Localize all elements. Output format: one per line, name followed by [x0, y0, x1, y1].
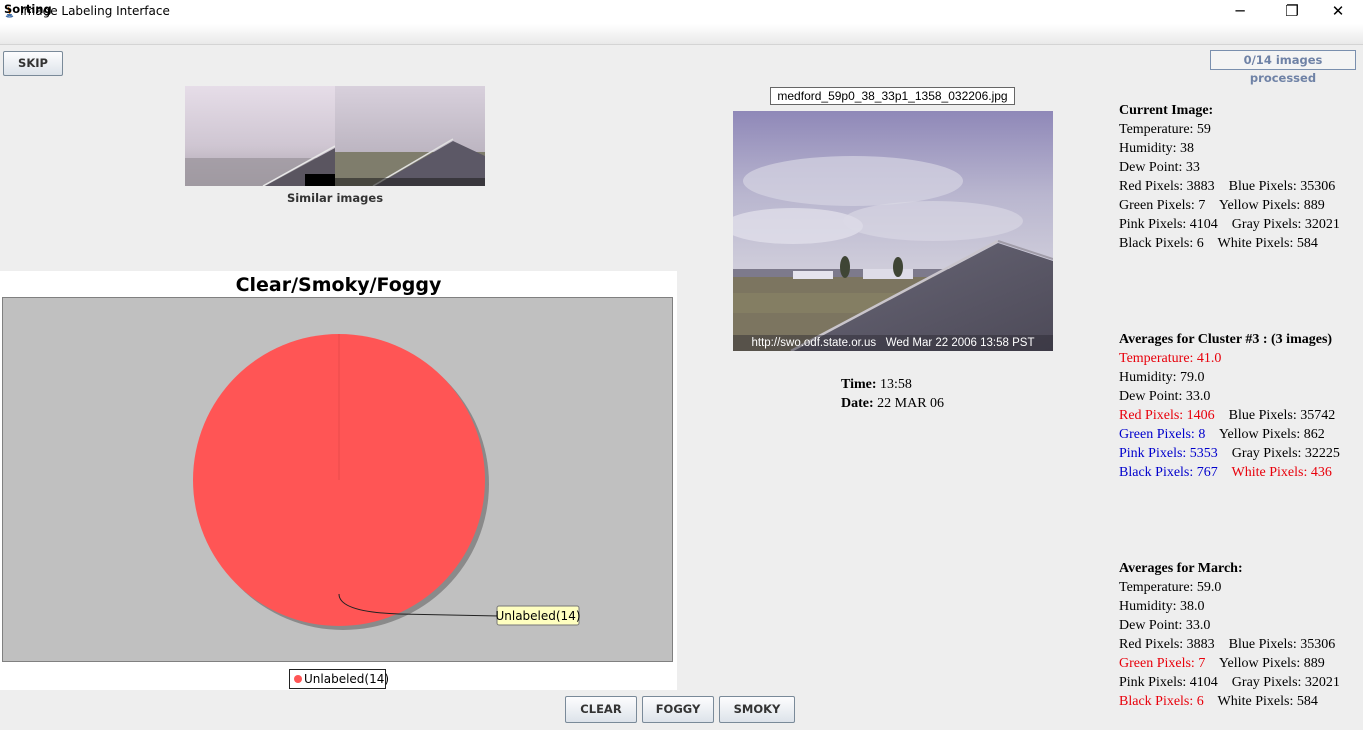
close-button[interactable]: ✕	[1315, 0, 1361, 24]
pie-chart: Unlabeled(14)	[193, 334, 581, 630]
cluster-blue-pixels: Blue Pixels: 35742	[1228, 408, 1336, 423]
pie-slice-label: Unlabeled(14)	[495, 609, 580, 623]
pie-plot-area: Unlabeled(14)	[2, 297, 673, 662]
cluster-humidity: Humidity: 79.0	[1119, 370, 1205, 385]
legend-item-label: Unlabeled(14)	[304, 672, 390, 686]
current-webcam-image	[733, 111, 1053, 351]
similar-image-2[interactable]	[335, 86, 485, 186]
march-green-pixels: Green Pixels: 7	[1119, 656, 1206, 671]
maximize-button[interactable]: ❐	[1269, 0, 1315, 24]
image-filename: medford_59p0_38_33p1_1358_032206.jpg	[770, 87, 1015, 105]
march-dew-point: Dew Point: 33.0	[1119, 618, 1211, 633]
march-temperature: Temperature: 59.0	[1119, 580, 1222, 595]
cluster-temperature: Temperature: 41.0	[1119, 351, 1222, 366]
march-black-pixels: Black Pixels: 6	[1119, 694, 1204, 709]
current-gray-pixels: Gray Pixels: 32021	[1231, 217, 1340, 232]
current-blue-pixels: Blue Pixels: 35306	[1228, 179, 1336, 194]
clear-button[interactable]: CLEAR	[565, 696, 637, 723]
march-pink-pixels: Pink Pixels: 4104	[1119, 675, 1218, 690]
time-value: 13:58	[880, 377, 912, 392]
menu-bar	[0, 24, 1363, 45]
march-averages: Averages for March: Temperature: 59.0 Humi…	[1119, 540, 1340, 730]
smoky-button[interactable]: SMOKY	[719, 696, 795, 723]
cluster-title: Averages for Cluster #3 : (3 images)	[1119, 332, 1333, 347]
legend-marker	[294, 675, 302, 683]
image-caption: http://swo.odf.state.or.us Wed Mar 22 20…	[751, 337, 1035, 349]
march-gray-pixels: Gray Pixels: 32021	[1231, 675, 1340, 690]
similar-image-1[interactable]	[185, 86, 335, 186]
skip-button[interactable]: SKIP	[3, 51, 63, 76]
cluster-pink-pixels: Pink Pixels: 5353	[1119, 446, 1218, 461]
current-pink-pixels: Pink Pixels: 4104	[1119, 217, 1218, 232]
time-label: Time:	[841, 377, 877, 392]
march-humidity: Humidity: 38.0	[1119, 599, 1205, 614]
current-dew-point: Dew Point: 33	[1119, 160, 1200, 175]
current-yellow-pixels: Yellow Pixels: 889	[1218, 198, 1325, 213]
march-white-pixels: White Pixels: 584	[1217, 694, 1318, 709]
date-value: 22 MAR 06	[877, 396, 945, 411]
march-blue-pixels: Blue Pixels: 35306	[1228, 637, 1336, 652]
chart-legend: Unlabeled(14)	[289, 669, 390, 689]
march-red-pixels: Red Pixels: 3883	[1119, 637, 1215, 652]
cluster-red-pixels: Red Pixels: 1406	[1119, 408, 1215, 423]
current-red-pixels: Red Pixels: 3883	[1119, 179, 1215, 194]
current-image-title: Current Image:	[1119, 103, 1214, 118]
cluster-dew-point: Dew Point: 33.0	[1119, 389, 1211, 404]
current-image-stats: Current Image: Temperature: 59 Humidity: 3…	[1119, 82, 1340, 272]
cluster-green-pixels: Green Pixels: 8	[1119, 427, 1206, 442]
cluster-gray-pixels: Gray Pixels: 32225	[1231, 446, 1340, 461]
similar-images-label: Similar images	[286, 191, 384, 205]
cluster-averages: Averages for Cluster #3 : (3 images) Temp…	[1119, 311, 1340, 501]
current-white-pixels: White Pixels: 584	[1217, 236, 1318, 251]
date-label: Date:	[841, 396, 874, 411]
current-black-pixels: Black Pixels: 6	[1119, 236, 1204, 251]
menu-sorting[interactable]: Sorting	[4, 2, 52, 16]
march-yellow-pixels: Yellow Pixels: 889	[1218, 656, 1325, 671]
cluster-yellow-pixels: Yellow Pixels: 862	[1218, 427, 1325, 442]
current-temperature: Temperature: 59	[1119, 122, 1211, 137]
current-green-pixels: Green Pixels: 7	[1119, 198, 1206, 213]
title-bar	[0, 0, 1363, 24]
time-date-block: Time: 13:58 Date: 22 MAR 06	[841, 375, 944, 413]
foggy-button[interactable]: FOGGY	[642, 696, 714, 723]
cluster-black-pixels: Black Pixels: 767	[1119, 465, 1218, 480]
march-title: Averages for March:	[1119, 561, 1243, 576]
cluster-white-pixels: White Pixels: 436	[1231, 465, 1332, 480]
current-humidity: Humidity: 38	[1119, 141, 1195, 156]
progress-label: 0/14 images processed	[1210, 50, 1356, 85]
chart-title: Clear/Smoky/Foggy	[235, 274, 442, 296]
minimize-button[interactable]: ─	[1217, 0, 1263, 24]
